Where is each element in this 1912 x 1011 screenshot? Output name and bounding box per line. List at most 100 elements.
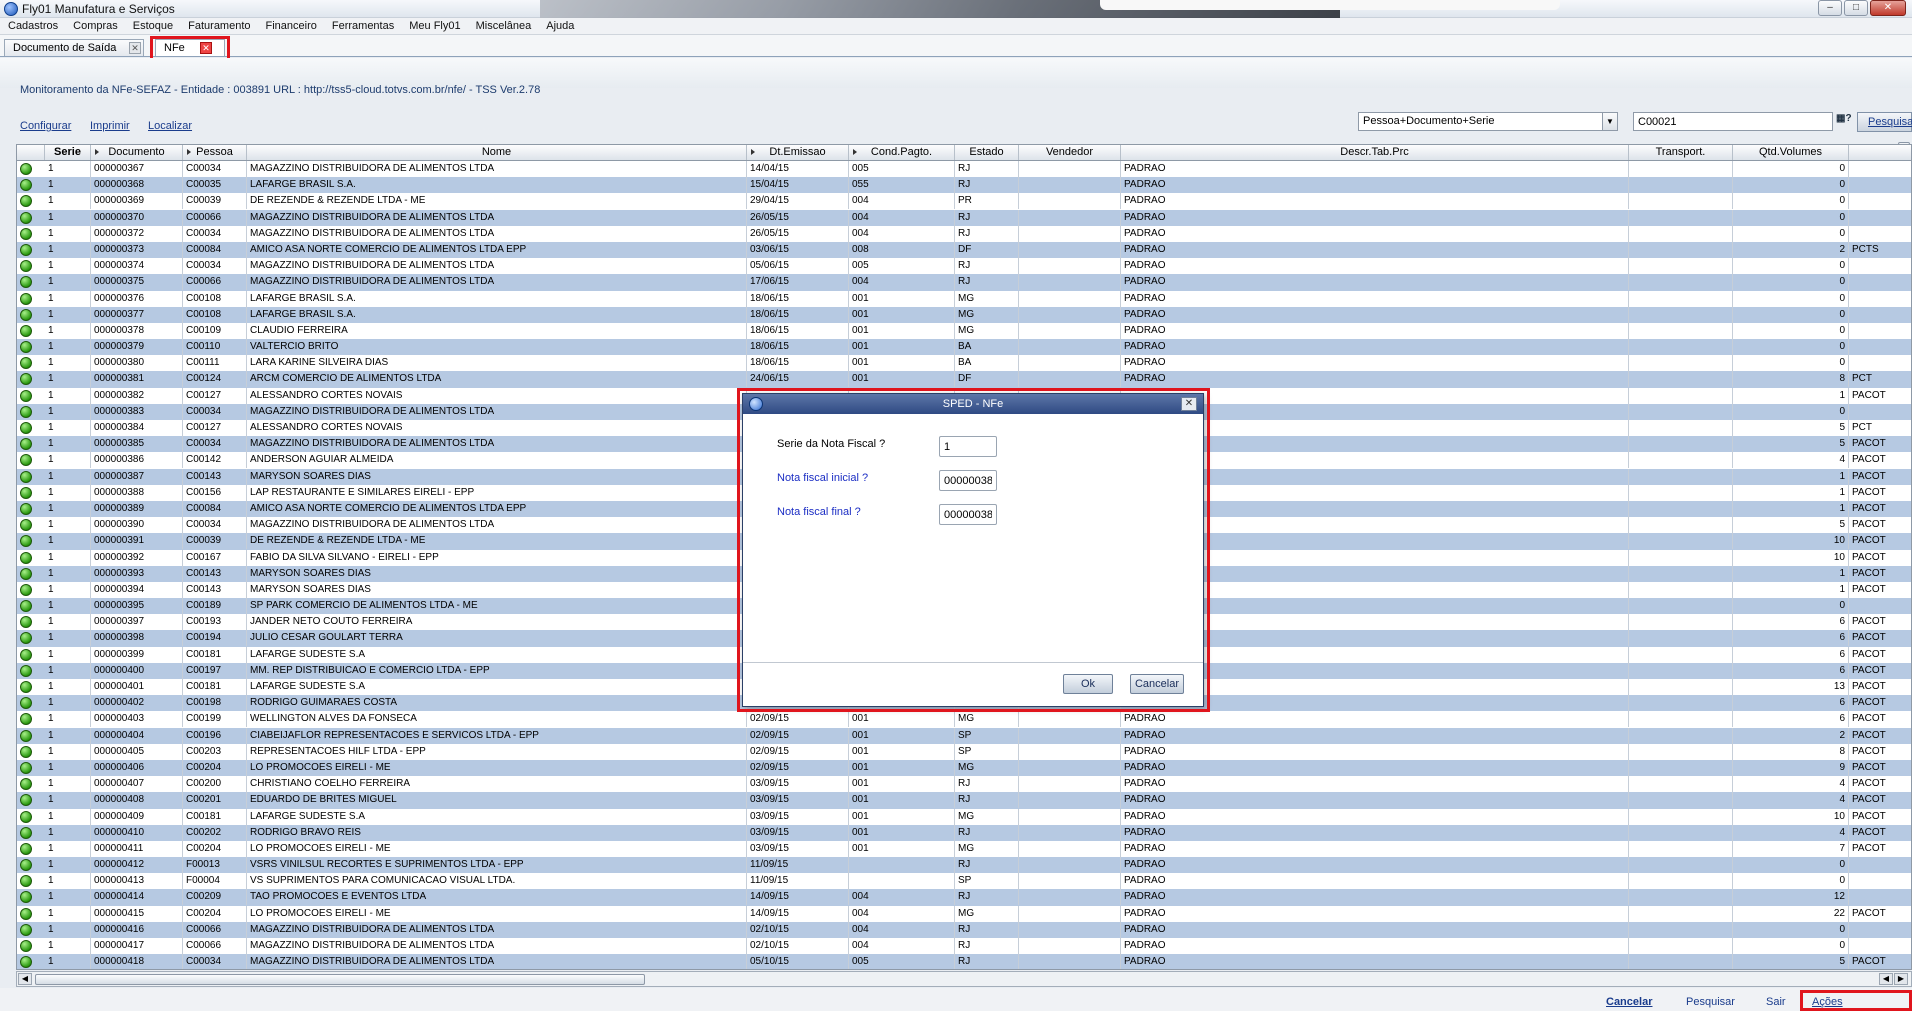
status-ok-icon[interactable]: [20, 195, 32, 208]
close-tab-icon[interactable]: ✕: [129, 42, 141, 54]
status-ok-icon[interactable]: [20, 842, 32, 855]
status-ok-icon[interactable]: [20, 438, 32, 451]
status-ok-icon[interactable]: [20, 956, 32, 969]
column-header-descr-tab-prc[interactable]: Descr.Tab.Prc: [1121, 145, 1629, 160]
table-row[interactable]: 1 000000379 C00110 VALTERCIO BRITO 18/06/15 0…: [17, 339, 1911, 356]
column-header-vendedor[interactable]: Vendedor: [1019, 145, 1121, 160]
table-row[interactable]: 1 000000377 C00108 LAFARGE BRASIL S.A. 18/06…: [17, 306, 1911, 323]
status-ok-icon[interactable]: [20, 551, 32, 564]
status-ok-icon[interactable]: [20, 535, 32, 548]
horizontal-scrollbar[interactable]: ◀ ◀ ▶: [16, 971, 1912, 987]
table-row[interactable]: 1 000000406 C00204 LO PROMOCOES EIRELI - ME…: [17, 759, 1911, 777]
status-ok-icon[interactable]: [20, 778, 32, 791]
status-ok-icon[interactable]: [20, 761, 32, 774]
status-ok-icon[interactable]: [20, 567, 32, 580]
maximize-icon[interactable]: □: [1844, 0, 1868, 16]
scroll-right-icon[interactable]: ▶: [1894, 973, 1908, 985]
column-header-qtd-volumes[interactable]: Qtd.Volumes: [1733, 145, 1849, 160]
menu-faturamento[interactable]: Faturamento: [180, 18, 257, 34]
status-ok-icon[interactable]: [20, 632, 32, 645]
table-row[interactable]: 1 000000408 C00201 EDUARDO DE BRITES MIGUEL…: [17, 792, 1911, 809]
table-row[interactable]: 1 000000374 C00034 MAGAZZINO DISTRIBUIDORA …: [17, 258, 1911, 275]
table-row[interactable]: 1 000000376 C00108 LAFARGE BRASIL S.A. 18/06…: [17, 290, 1911, 307]
chevron-down-icon[interactable]: ▼: [1602, 113, 1617, 130]
cancelar-button[interactable]: Cancelar: [1606, 996, 1652, 1008]
menu-cadastros[interactable]: Cadastros: [0, 18, 65, 34]
status-ok-icon[interactable]: [20, 357, 32, 370]
status-ok-icon[interactable]: [20, 227, 32, 240]
column-header-transport[interactable]: Transport.: [1629, 145, 1733, 160]
search-options-icon[interactable]: ▦?: [1836, 113, 1856, 129]
status-ok-icon[interactable]: [20, 600, 32, 613]
status-ok-icon[interactable]: [20, 940, 32, 952]
table-row[interactable]: 1 000000369 C00039 DE REZENDE & REZENDE LTD…: [17, 193, 1911, 210]
status-ok-icon[interactable]: [20, 826, 32, 839]
pesquisar-footer-button[interactable]: Pesquisar: [1686, 996, 1735, 1008]
status-ok-icon[interactable]: [20, 243, 32, 256]
menu-financeiro[interactable]: Financeiro: [258, 18, 324, 34]
status-ok-icon[interactable]: [20, 648, 32, 661]
status-ok-icon[interactable]: [20, 697, 32, 710]
table-row[interactable]: 1 000000370 C00066 MAGAZZINO DISTRIBUIDORA …: [17, 209, 1911, 226]
column-header-serie[interactable]: Serie: [45, 145, 91, 160]
status-ok-icon[interactable]: [20, 616, 32, 629]
minimize-icon[interactable]: –: [1818, 0, 1842, 16]
status-ok-icon[interactable]: [20, 794, 32, 807]
column-header-documento[interactable]: Documento: [91, 145, 183, 160]
status-ok-icon[interactable]: [20, 470, 32, 483]
table-row[interactable]: 1 000000368 C00035 LAFARGE BRASIL S.A. 15/04…: [17, 177, 1911, 194]
status-ok-icon[interactable]: [20, 681, 32, 693]
status-ok-icon[interactable]: [20, 486, 32, 499]
scrollbar-thumb[interactable]: [35, 974, 645, 985]
status-ok-icon[interactable]: [20, 211, 32, 224]
status-ok-icon[interactable]: [20, 373, 32, 386]
tab-documento-de-saida[interactable]: Documento de Saída ✕: [4, 39, 144, 56]
status-ok-icon[interactable]: [20, 664, 32, 677]
status-ok-icon[interactable]: [20, 276, 32, 289]
table-row[interactable]: 1 000000416 C00066 MAGAZZINO DISTRIBUIDORA …: [17, 921, 1911, 938]
table-row[interactable]: 1 000000409 C00181 LAFARGE SUDESTE S.A 03/09…: [17, 808, 1911, 825]
search-input[interactable]: [1633, 112, 1833, 131]
menu-ferramentas[interactable]: Ferramentas: [324, 18, 401, 34]
scroll-left-icon[interactable]: ◀: [18, 973, 32, 985]
imprimir-link[interactable]: Imprimir: [90, 120, 130, 132]
status-ok-icon[interactable]: [20, 729, 32, 742]
table-row[interactable]: 1 000000410 C00202 RODRIGO BRAVO REIS 03/09/…: [17, 824, 1911, 841]
status-ok-icon[interactable]: [20, 260, 32, 273]
table-row[interactable]: 1 000000418 C00034 MAGAZZINO DISTRIBUIDORA …: [17, 954, 1911, 969]
sair-button[interactable]: Sair: [1766, 996, 1786, 1008]
table-row[interactable]: 1 000000414 C00209 TAO PROMOCOES E EVENTOS …: [17, 889, 1911, 906]
menu-meu-fly01[interactable]: Meu Fly01: [401, 18, 467, 34]
status-ok-icon[interactable]: [20, 923, 32, 936]
status-ok-icon[interactable]: [20, 341, 32, 354]
status-ok-icon[interactable]: [20, 405, 32, 418]
menu-ajuda[interactable]: Ajuda: [538, 18, 581, 34]
status-ok-icon[interactable]: [20, 891, 32, 904]
table-row[interactable]: 1 000000404 C00196 CIABEIJAFLOR REPRESENTAC…: [17, 727, 1911, 744]
table-row[interactable]: 1 000000375 C00066 MAGAZZINO DISTRIBUIDORA …: [17, 274, 1911, 291]
table-row[interactable]: 1 000000367 C00034 MAGAZZINO DISTRIBUIDORA …: [17, 161, 1911, 177]
column-header-pessoa[interactable]: Pessoa: [183, 145, 247, 160]
table-row[interactable]: 1 000000413 F00004 VS SUPRIMENTOS PARA COMU…: [17, 873, 1911, 890]
menu-estoque[interactable]: Estoque: [125, 18, 180, 34]
status-ok-icon[interactable]: [20, 389, 32, 402]
table-row[interactable]: 1 000000415 C00204 LO PROMOCOES EIRELI - ME…: [17, 905, 1911, 922]
close-window-icon[interactable]: ✕: [1870, 0, 1906, 16]
status-ok-icon[interactable]: [20, 859, 32, 872]
menu-miscelanea[interactable]: Miscelânea: [468, 18, 539, 34]
status-ok-icon[interactable]: [20, 292, 32, 305]
search-order-select[interactable]: Pessoa+Documento+Serie ▼: [1358, 112, 1618, 131]
table-row[interactable]: 1 000000417 C00066 MAGAZZINO DISTRIBUIDORA …: [17, 938, 1911, 954]
table-row[interactable]: 1 000000407 C00200 CHRISTIANO COELHO FERREI…: [17, 776, 1911, 793]
status-ok-icon[interactable]: [20, 454, 32, 467]
configurar-link[interactable]: Configurar: [20, 120, 71, 132]
table-row[interactable]: 1 000000380 C00111 LARA KARINE SILVEIRA DIA…: [17, 355, 1911, 372]
table-row[interactable]: 1 000000372 C00034 MAGAZZINO DISTRIBUIDORA …: [17, 225, 1911, 242]
column-header-nome[interactable]: Nome: [247, 145, 747, 160]
column-header-dt-emissao[interactable]: Dt.Emissao: [747, 145, 849, 160]
status-ok-icon[interactable]: [20, 907, 32, 920]
menu-compras[interactable]: Compras: [65, 18, 125, 34]
table-row[interactable]: 1 000000403 C00199 WELLINGTON ALVES DA FONS…: [17, 711, 1911, 728]
status-ok-icon[interactable]: [20, 745, 32, 758]
table-row[interactable]: 1 000000378 C00109 CLAUDIO FERREIRA 18/06/15…: [17, 322, 1911, 339]
